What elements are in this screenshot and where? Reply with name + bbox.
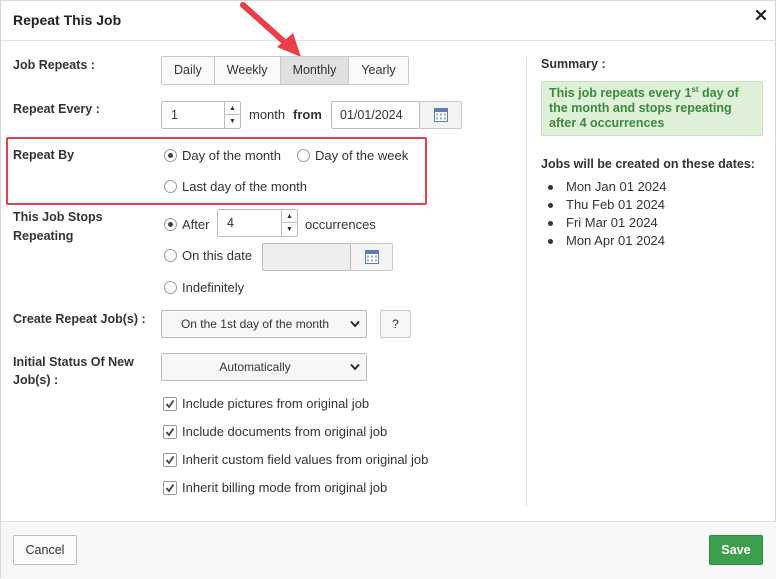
- inherit-billing-mode-checkbox[interactable]: Inherit billing mode from original job: [163, 480, 387, 495]
- inherit-custom-fields-checkbox[interactable]: Inherit custom field values from origina…: [163, 452, 428, 467]
- radio-selected-icon: [164, 218, 177, 231]
- repeat-unit-text: month: [249, 107, 286, 122]
- repeat-by-day-of-week-radio[interactable]: Day of the week: [297, 148, 408, 163]
- date-text: Thu Feb 01 2024: [566, 197, 666, 212]
- help-button[interactable]: ?: [380, 310, 411, 338]
- increment-arrow-icon[interactable]: ▲: [282, 210, 297, 223]
- decrement-arrow-icon[interactable]: ▼: [282, 223, 297, 236]
- radio-label: Last day of the month: [182, 179, 308, 194]
- date-text: Mon Jan 01 2024: [566, 179, 667, 194]
- repeat-every-value: 1: [171, 108, 178, 122]
- radio-unselected-icon: [164, 281, 177, 294]
- frequency-daily-button[interactable]: Daily: [162, 57, 215, 84]
- repeat-by-day-of-month-radio[interactable]: Day of the month: [164, 148, 281, 163]
- checkbox-checked-icon: [163, 424, 177, 439]
- list-item: Mon Jan 01 2024: [548, 178, 666, 196]
- bullet-icon: [548, 220, 553, 226]
- radio-unselected-icon: [164, 180, 177, 193]
- summary-text-sup: st: [691, 84, 699, 94]
- frequency-monthly-button[interactable]: Monthly: [280, 57, 350, 84]
- radio-label: On this date: [182, 248, 253, 263]
- repeat-every-label: Repeat Every :: [13, 102, 100, 116]
- create-repeat-selected-value: On the 1st day of the month: [180, 317, 330, 331]
- chevron-down-icon: [350, 320, 360, 328]
- decrement-arrow-icon[interactable]: ▼: [225, 115, 240, 128]
- job-repeats-segmented-control: Daily Weekly Monthly Yearly: [161, 56, 409, 85]
- stop-on-date-radio[interactable]: On this date: [164, 248, 252, 263]
- from-text: from: [293, 107, 322, 122]
- checkbox-label: Include documents from original job: [182, 424, 388, 439]
- date-text: Mon Apr 01 2024: [566, 233, 666, 248]
- dates-list: Mon Jan 01 2024 Thu Feb 01 2024 Fri Mar …: [548, 178, 666, 250]
- checkbox-label: Include pictures from original job: [182, 396, 370, 411]
- occurrences-text: occurrences: [305, 217, 376, 232]
- bullet-icon: [548, 238, 553, 244]
- initial-status-label-line2: Job(s) :: [13, 373, 59, 387]
- increment-arrow-icon[interactable]: ▲: [225, 102, 240, 115]
- column-divider: [526, 57, 527, 506]
- calendar-icon: [364, 250, 379, 264]
- dialog-title: Repeat This Job: [13, 12, 122, 28]
- checkbox-checked-icon: [163, 480, 177, 495]
- stops-repeating-label-line1: This Job Stops: [13, 210, 103, 224]
- save-button[interactable]: Save: [709, 535, 763, 565]
- repeat-by-last-day-radio[interactable]: Last day of the month: [164, 179, 307, 194]
- from-date-value: 01/01/2024: [340, 108, 403, 122]
- date-text: Fri Mar 01 2024: [566, 215, 658, 230]
- annotation-arrow-icon: [240, 2, 301, 57]
- initial-status-selected-value: Automatically: [219, 360, 291, 374]
- calendar-icon: [433, 108, 448, 122]
- frequency-yearly-button[interactable]: Yearly: [349, 57, 408, 84]
- chevron-down-icon: [350, 363, 360, 371]
- cancel-button[interactable]: Cancel: [13, 535, 77, 565]
- stop-date-input[interactable]: [262, 243, 351, 271]
- list-item: Mon Apr 01 2024: [548, 232, 666, 250]
- repeat-job-dialog: Repeat This Job Job Repeats : Daily Week…: [0, 0, 776, 579]
- checkbox-checked-icon: [163, 396, 177, 411]
- initial-status-select[interactable]: Automatically: [161, 353, 367, 381]
- radio-label: After: [182, 217, 210, 232]
- from-date-input[interactable]: 01/01/2024: [331, 101, 420, 129]
- create-repeat-label: Create Repeat Job(s) :: [13, 312, 146, 326]
- close-icon[interactable]: [753, 7, 769, 23]
- occurrences-value: 4: [227, 216, 234, 230]
- initial-status-label-line1: Initial Status Of New: [13, 355, 134, 369]
- summary-text-part1: This job repeats every 1: [549, 86, 692, 100]
- list-item: Thu Feb 01 2024: [548, 196, 666, 214]
- job-repeats-label: Job Repeats :: [13, 58, 95, 72]
- dates-title: Jobs will be created on these dates:: [541, 157, 755, 171]
- radio-unselected-icon: [297, 149, 310, 162]
- from-date-calendar-button[interactable]: [420, 101, 462, 129]
- create-repeat-select[interactable]: On the 1st day of the month: [161, 310, 367, 338]
- summary-box: This job repeats every 1st day of the mo…: [541, 81, 763, 136]
- repeat-every-stepper[interactable]: 1 ▲ ▼: [161, 101, 241, 129]
- include-documents-checkbox[interactable]: Include documents from original job: [163, 424, 387, 439]
- stop-after-radio[interactable]: After: [164, 217, 209, 232]
- repeat-by-label: Repeat By: [13, 148, 75, 162]
- bullet-icon: [548, 184, 553, 190]
- checkbox-label: Inherit custom field values from origina…: [182, 452, 429, 467]
- dialog-footer: [1, 521, 776, 579]
- stop-indefinitely-radio[interactable]: Indefinitely: [164, 280, 244, 295]
- radio-unselected-icon: [164, 249, 177, 262]
- list-item: Fri Mar 01 2024: [548, 214, 666, 232]
- occurrences-stepper[interactable]: 4 ▲ ▼: [217, 209, 298, 237]
- bullet-icon: [548, 202, 553, 208]
- dialog-header: Repeat This Job: [1, 1, 776, 41]
- summary-title: Summary :: [541, 57, 606, 71]
- radio-label: Day of the month: [182, 148, 281, 163]
- stop-date-calendar-button[interactable]: [351, 243, 393, 271]
- checkbox-checked-icon: [163, 452, 177, 467]
- radio-selected-icon: [164, 149, 177, 162]
- frequency-weekly-button[interactable]: Weekly: [214, 57, 281, 84]
- include-pictures-checkbox[interactable]: Include pictures from original job: [163, 396, 369, 411]
- stops-repeating-label-line2: Repeating: [13, 229, 74, 243]
- checkbox-label: Inherit billing mode from original job: [182, 480, 388, 495]
- radio-label: Indefinitely: [182, 280, 245, 295]
- radio-label: Day of the week: [315, 148, 409, 163]
